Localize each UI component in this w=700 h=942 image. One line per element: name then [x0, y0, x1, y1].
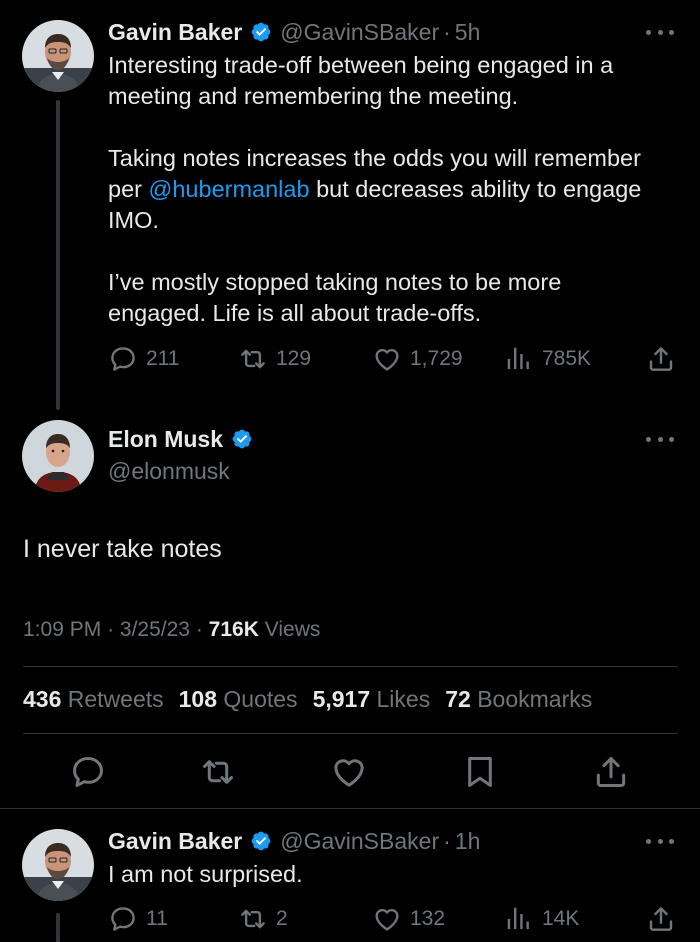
author-handle[interactable]: @GavinSBaker	[280, 19, 439, 46]
separator: ·	[107, 618, 115, 641]
thread-line	[56, 100, 60, 410]
quotes-label: Quotes	[223, 686, 298, 712]
thread-line	[56, 913, 60, 942]
divider	[23, 733, 678, 734]
quotes-stat[interactable]: 108 Quotes	[179, 686, 298, 713]
verified-badge-icon	[250, 21, 272, 43]
main-action-bar	[0, 753, 700, 793]
tweet-meta: 1:09 PM · 3/25/23 · 716K Views	[23, 618, 320, 642]
separator: ·	[443, 827, 451, 854]
like-count: 1,729	[410, 347, 463, 370]
views-label: Views	[264, 618, 321, 641]
bookmark-icon	[461, 753, 499, 791]
share-icon	[646, 904, 676, 934]
share-button[interactable]	[646, 904, 684, 934]
tweet-text: I am not surprised.	[108, 861, 303, 887]
reply-icon	[69, 753, 107, 791]
quotes-count: 108	[178, 686, 218, 712]
mention-link[interactable]: @hubermanlab	[149, 176, 310, 202]
reply-button[interactable]: 211	[108, 344, 179, 374]
verified-badge-icon	[250, 830, 272, 852]
retweet-icon	[238, 904, 268, 934]
more-icon[interactable]	[646, 837, 674, 845]
likes-count: 5,917	[312, 686, 371, 712]
retweets-stat[interactable]: 436 Retweets	[23, 686, 164, 713]
tweet-header: Gavin Baker @GavinSBaker · 1h	[108, 826, 480, 856]
main-tweet: Elon Musk @elonmusk I never take notes 1…	[0, 410, 700, 810]
more-icon[interactable]	[646, 28, 674, 36]
views-icon	[504, 344, 534, 374]
heart-icon	[330, 753, 368, 791]
like-button[interactable]: 132	[372, 904, 445, 934]
verified-badge-icon	[231, 428, 253, 450]
retweet-button[interactable]	[199, 753, 237, 791]
more-icon[interactable]	[646, 435, 674, 443]
share-button[interactable]	[592, 753, 630, 791]
heart-icon	[372, 904, 402, 934]
divider	[23, 666, 678, 667]
tweet-header: Gavin Baker @GavinSBaker · 5h	[108, 17, 480, 47]
views-icon	[504, 904, 534, 934]
tweet-time[interactable]: 5h	[455, 19, 481, 46]
tweet-header: Elon Musk	[108, 424, 261, 454]
reply-button[interactable]: 11	[108, 904, 168, 934]
share-icon	[592, 753, 630, 791]
views-count: 716K	[208, 618, 259, 641]
retweet-button[interactable]: 129	[238, 344, 311, 374]
reply-button[interactable]	[69, 753, 107, 791]
retweets-label: Retweets	[67, 686, 164, 712]
views-button[interactable]: 14K	[504, 904, 579, 934]
tweet-text: Interesting trade-off between being enga…	[108, 50, 688, 329]
retweets-count: 436	[23, 686, 62, 712]
bookmark-button[interactable]	[461, 753, 499, 791]
separator: ·	[443, 18, 451, 45]
reply-count: 11	[146, 907, 168, 930]
like-button[interactable]: 1,729	[372, 344, 463, 374]
like-button[interactable]	[330, 753, 368, 791]
bookmarks-stat[interactable]: 72 Bookmarks	[445, 686, 592, 713]
engagement-stats: 436 Retweets 108 Quotes 5,917 Likes 72 B…	[23, 686, 592, 713]
avatar[interactable]	[22, 20, 94, 92]
avatar[interactable]	[22, 420, 94, 492]
retweet-count: 129	[276, 347, 312, 370]
separator: ·	[195, 618, 203, 641]
retweet-button[interactable]: 2	[238, 904, 288, 934]
tweet-date[interactable]: 3/25/23	[120, 618, 190, 641]
action-bar: 11 2 132 14K	[108, 902, 678, 936]
heart-icon	[372, 344, 402, 374]
reply-icon	[108, 344, 138, 374]
reply-icon	[108, 904, 138, 934]
avatar[interactable]	[22, 829, 94, 901]
author-name[interactable]: Gavin Baker	[108, 828, 242, 855]
author-handle-row: @elonmusk	[108, 456, 230, 486]
likes-label: Likes	[376, 686, 431, 712]
author-name[interactable]: Elon Musk	[108, 426, 223, 453]
bookmarks-label: Bookmarks	[477, 686, 593, 712]
gavin-avatar-image	[22, 829, 94, 901]
bookmarks-count: 72	[445, 686, 471, 712]
views-count: 785K	[542, 347, 592, 370]
retweet-icon	[238, 344, 268, 374]
tweet-time[interactable]: 1:09 PM	[23, 618, 101, 641]
retweet-icon	[199, 753, 237, 791]
gavin-avatar-image	[22, 20, 94, 92]
reply-count: 211	[146, 347, 180, 370]
share-icon	[646, 344, 676, 374]
likes-stat[interactable]: 5,917 Likes	[313, 686, 431, 713]
views-count: 14K	[542, 907, 580, 930]
parent-tweet[interactable]: Gavin Baker @GavinSBaker · 5h Interestin…	[0, 0, 700, 410]
elon-avatar-image	[22, 420, 94, 492]
tweet-text: I never take notes	[23, 535, 222, 563]
like-count: 132	[410, 907, 446, 930]
author-name[interactable]: Gavin Baker	[108, 19, 242, 46]
author-handle[interactable]: @elonmusk	[108, 458, 230, 485]
retweet-count: 2	[276, 907, 288, 930]
share-button[interactable]	[646, 344, 684, 374]
reply-tweet[interactable]: Gavin Baker @GavinSBaker · 1h I am not s…	[0, 809, 700, 942]
author-handle[interactable]: @GavinSBaker	[280, 828, 439, 855]
action-bar: 211 129 1,729 785K	[108, 342, 678, 376]
tweet-time[interactable]: 1h	[455, 828, 481, 855]
views-button[interactable]: 785K	[504, 344, 591, 374]
